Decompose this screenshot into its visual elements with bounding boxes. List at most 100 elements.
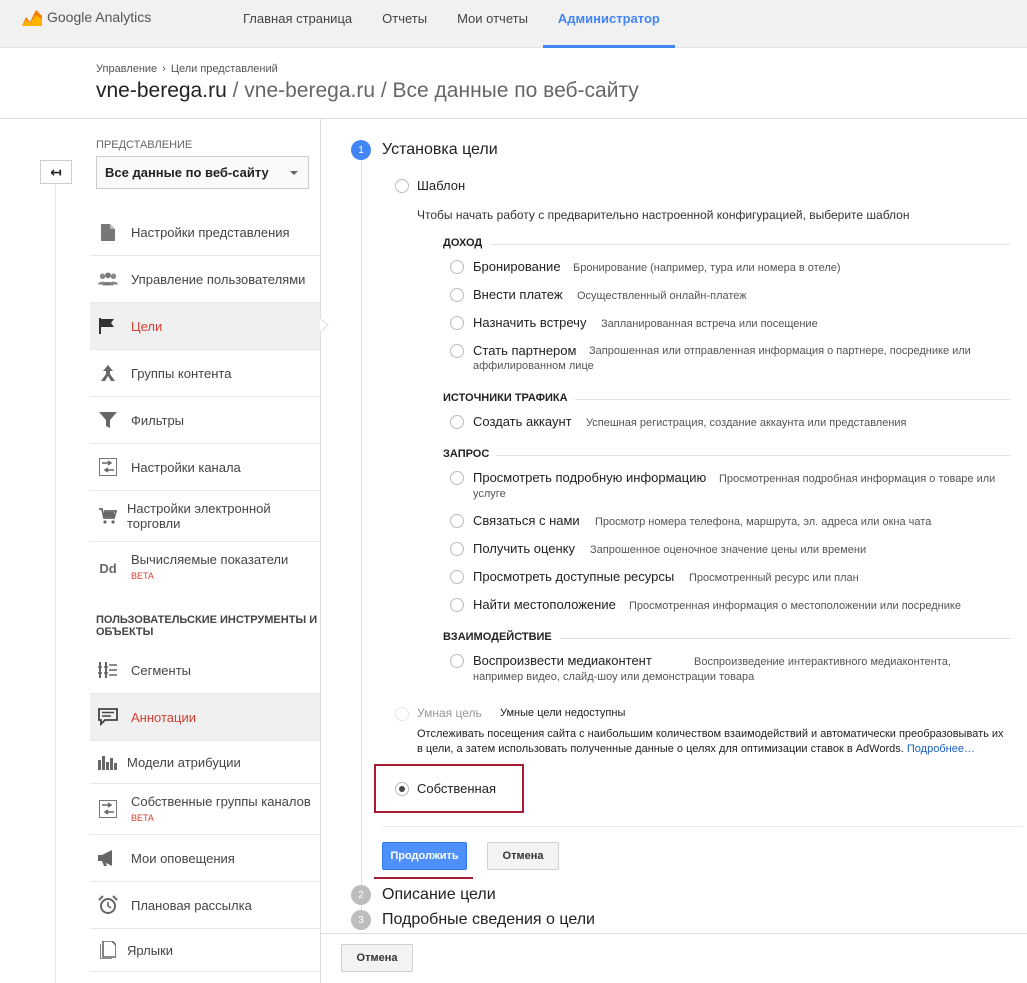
main-nav: Главная страница Отчеты Мои отчеты Админ… <box>228 0 675 48</box>
menu-goals[interactable]: Цели <box>90 303 320 349</box>
option-radio[interactable] <box>450 316 464 330</box>
step-2-title: Описание цели <box>382 886 496 903</box>
segments-icon <box>98 660 118 680</box>
nav-my-reports[interactable]: Мои отчеты <box>442 0 543 48</box>
menu-label: Фильтры <box>131 412 185 428</box>
sidebar-border <box>320 119 321 983</box>
tools-section-title: ПОЛЬЗОВАТЕЛЬСКИЕ ИНСТРУМЕНТЫ И ОБЪЕКТЫ <box>96 614 318 638</box>
nav-admin[interactable]: Администратор <box>542 0 675 48</box>
breadcrumb-admin[interactable]: Управление <box>96 63 157 75</box>
filter-icon <box>98 410 118 430</box>
channel-groups-icon <box>98 799 118 819</box>
learn-more-link[interactable]: Подробнее… <box>907 743 975 755</box>
menu-ecommerce-settings[interactable]: Настройки электронной торговли <box>90 491 320 541</box>
option-radio[interactable] <box>450 415 464 429</box>
menu-filters[interactable]: Фильтры <box>90 397 320 443</box>
menu-annotations[interactable]: Аннотации <box>90 694 320 740</box>
menu-custom-channel-groups[interactable]: Собственные группы каналов BETA <box>90 784 320 834</box>
menu-label-text: Вычисляемые показатели <box>131 552 289 567</box>
option-label: Создать аккаунт <box>473 414 572 429</box>
step-2-badge: 2 <box>351 885 371 905</box>
option-label: Найти местоположение <box>473 597 616 612</box>
option-desc: Запланированная встреча или посещение <box>601 318 818 330</box>
sidebar-guide-line <box>55 184 56 983</box>
option-radio[interactable] <box>450 260 464 274</box>
continue-button[interactable]: Продолжить <box>382 842 467 870</box>
option-desc: Бронирование (например, тура или номера … <box>573 262 841 274</box>
megaphone-icon <box>98 848 118 868</box>
cancel-button[interactable]: Отмена <box>487 842 559 870</box>
menu-label: Ярлыки <box>127 942 174 958</box>
beta-badge: BETA <box>131 813 154 823</box>
menu-label: Цели <box>131 318 163 334</box>
smart-goal-radio <box>395 707 409 721</box>
logo-text: Google Analytics <box>47 9 152 25</box>
option-label: Получить оценку <box>473 541 576 556</box>
menu-label: Настройки электронной торговли <box>127 501 271 531</box>
option-radio[interactable] <box>450 344 464 358</box>
option-radio[interactable] <box>450 288 464 302</box>
continue-highlight-underline <box>374 877 473 879</box>
back-arrow-icon: ↤ <box>50 163 62 180</box>
menu-segments[interactable]: Сегменты <box>90 647 320 693</box>
view-select-value: Все данные по веб-сайту <box>105 165 269 180</box>
option-desc: Просмотр номера телефона, маршрута, эл. … <box>595 516 932 528</box>
custom-radio[interactable] <box>395 782 409 796</box>
users-icon <box>98 269 118 289</box>
menu-label: Аннотации <box>131 709 196 725</box>
selected-pointer <box>319 318 329 332</box>
breadcrumb-separator: › <box>162 63 166 75</box>
menu-view-settings[interactable]: Настройки представления <box>90 209 320 255</box>
menu-label: Управление пользователями <box>131 271 306 287</box>
menu-label: Настройки канала <box>131 459 241 475</box>
smart-goal-desc: Отслеживать посещения сайта с наибольшим… <box>417 727 1007 757</box>
option-desc: Успешная регистрация, создание аккаунта … <box>586 417 907 429</box>
menu-label: Группы контента <box>131 365 232 381</box>
option-label: Бронирование <box>473 259 561 274</box>
nav-reports[interactable]: Отчеты <box>367 0 442 48</box>
form-divider <box>383 826 1023 827</box>
nav-home[interactable]: Главная страница <box>228 0 367 48</box>
group-divider <box>560 638 1011 639</box>
menu-attribution-models[interactable]: Модели атрибуции <box>90 741 320 783</box>
breadcrumb-view-goals[interactable]: Цели представлений <box>171 63 278 75</box>
menu-calculated-metrics[interactable]: Dd Вычисляемые показатели BETA <box>90 542 320 594</box>
menu-divider <box>90 971 320 972</box>
cart-icon <box>98 506 118 526</box>
group-divider <box>496 455 1011 456</box>
group-title: ВЗАИМОДЕЙСТВИЕ <box>443 631 552 643</box>
step-1-badge: 1 <box>351 140 371 160</box>
menu-content-groups[interactable]: Группы контента <box>90 350 320 396</box>
option-radio[interactable] <box>450 542 464 556</box>
template-radio[interactable] <box>395 179 409 193</box>
google-analytics-logo[interactable]: Google Analytics <box>22 8 151 26</box>
menu-my-alerts[interactable]: Мои оповещения <box>90 835 320 881</box>
option-radio[interactable] <box>450 514 464 528</box>
menu-channel-settings[interactable]: Настройки канала <box>90 444 320 490</box>
view-select[interactable]: Все данные по веб-сайту <box>96 156 309 189</box>
option-radio[interactable] <box>450 570 464 584</box>
custom-label: Собственная <box>417 781 496 796</box>
annotations-icon <box>98 707 118 727</box>
menu-label: Собственные группы каналов BETA <box>131 794 320 826</box>
breadcrumb: Управление › Цели представлений <box>96 63 278 75</box>
option-label: Назначить встречу <box>473 315 587 330</box>
steps-timeline <box>361 150 362 920</box>
menu-user-management[interactable]: Управление пользователями <box>90 256 320 302</box>
page-title-path: / vne-berega.ru / Все данные по веб-сайт… <box>232 79 639 102</box>
option-radio[interactable] <box>450 654 464 668</box>
dd-icon: Dd <box>99 560 117 576</box>
group-divider <box>491 244 1011 245</box>
option-radio[interactable] <box>450 598 464 612</box>
chevron-down-icon <box>290 171 298 175</box>
back-button[interactable]: ↤ <box>40 160 72 184</box>
footer-cancel-button[interactable]: Отмена <box>341 944 413 972</box>
menu-label: Настройки представления <box>131 224 290 240</box>
top-bar: Google Analytics Главная страница Отчеты… <box>0 0 1027 48</box>
menu-scheduled-emails[interactable]: Плановая рассылка <box>90 882 320 928</box>
smart-goal-note: Умные цели недоступны <box>500 707 626 719</box>
flag-icon <box>98 316 118 336</box>
option-radio[interactable] <box>450 471 464 485</box>
menu-shortcuts[interactable]: Ярлыки <box>90 929 320 971</box>
option-desc: Запрошенное оценочное значение цены или … <box>590 544 867 556</box>
